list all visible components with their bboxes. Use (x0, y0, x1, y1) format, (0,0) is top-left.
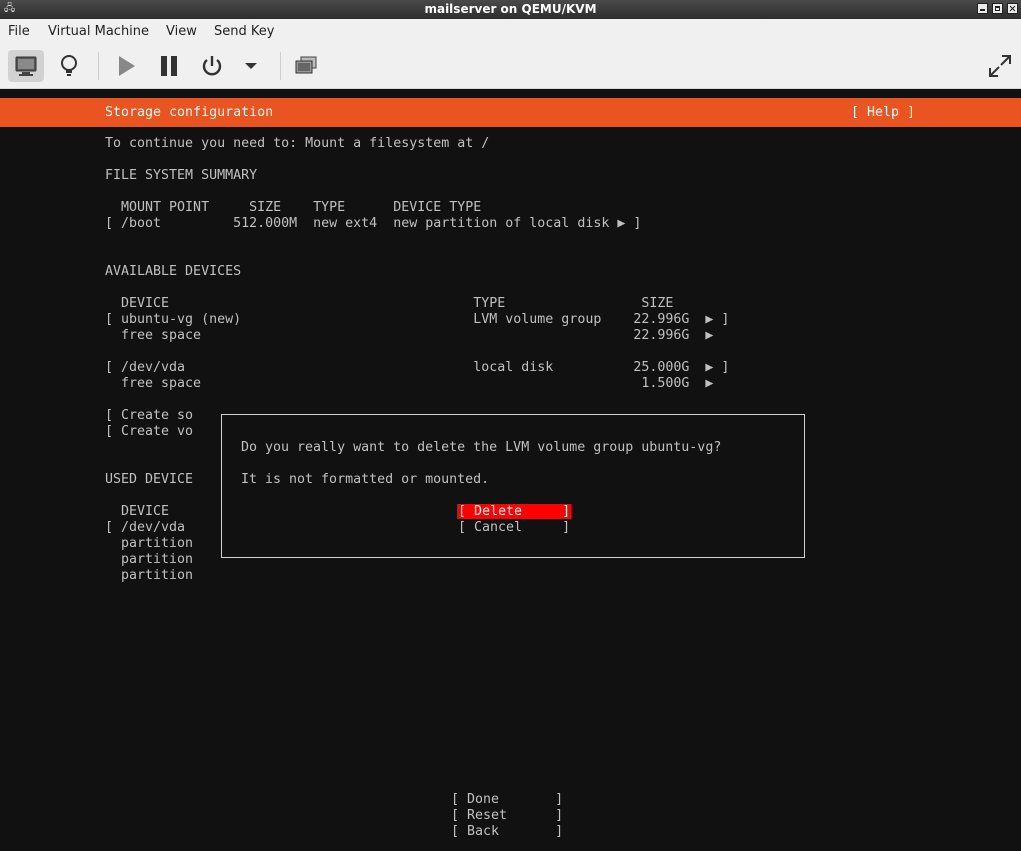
screenshots-icon (295, 56, 317, 74)
used-partition-row[interactable]: partition (105, 552, 193, 567)
used-devices-header: DEVICE (105, 504, 170, 519)
console-button[interactable] (8, 50, 44, 82)
pause-icon (161, 56, 177, 76)
vm-console-screen[interactable]: Storage configuration [ Help ] To contin… (0, 89, 1021, 851)
play-icon (119, 56, 135, 76)
run-button[interactable] (108, 50, 144, 82)
available-devices-header: DEVICE TYPE SIZE (105, 296, 674, 311)
used-device-row[interactable]: [ /dev/vda (105, 520, 185, 535)
shutdown-button[interactable] (194, 50, 230, 82)
delete-confirm-dialog: Do you really want to delete the LVM vol… (221, 414, 805, 558)
reset-button[interactable]: [ Reset ] (451, 808, 563, 823)
fs-summary-row[interactable]: [ /boot 512.000M new ext4 new partition … (105, 216, 641, 231)
dialog-message: Do you really want to delete the LVM vol… (241, 440, 722, 455)
used-partition-row[interactable]: partition (105, 568, 193, 583)
window-title: mailserver on QEMU/KVM (424, 2, 597, 16)
used-devices-title: USED DEVICE (105, 472, 194, 487)
create-volume-group-button[interactable]: [ Create vo (105, 424, 193, 439)
pause-button[interactable] (151, 50, 187, 82)
details-button[interactable] (51, 50, 87, 82)
used-partition-row[interactable]: partition (105, 536, 193, 551)
toolbar-separator (280, 52, 281, 80)
menu-file[interactable]: File (8, 24, 30, 39)
cancel-button[interactable]: [ Cancel ] (458, 520, 570, 535)
toolbar-separator (98, 52, 99, 80)
maximize-button[interactable] (992, 3, 1003, 14)
console-icon (15, 56, 37, 76)
back-button[interactable]: [ Back ] (451, 824, 563, 839)
fs-summary-header: MOUNT POINT SIZE TYPE DEVICE TYPE (105, 200, 482, 215)
installer-header-title: Storage configuration (105, 105, 274, 120)
toolbar (0, 44, 1021, 89)
fullscreen-icon (989, 55, 1011, 77)
menu-send-key[interactable]: Send Key (214, 24, 274, 39)
device-row-free-space[interactable]: free space 22.996G ▶ (105, 328, 713, 343)
snapshots-button[interactable] (288, 50, 324, 82)
shutdown-menu-button[interactable] (233, 50, 269, 82)
menu-bar: File Virtual Machine View Send Key (0, 19, 1021, 44)
done-button[interactable]: [ Done ] (451, 792, 563, 807)
help-button[interactable]: [ Help ] (851, 105, 915, 120)
create-software-raid-button[interactable]: [ Create so (105, 408, 193, 423)
dialog-subtext: It is not formatted or mounted. (241, 472, 490, 487)
device-row-free-space[interactable]: free space 1.500G ▶ (105, 376, 713, 391)
close-button[interactable] (1007, 3, 1018, 14)
power-icon (202, 56, 222, 76)
instruction-text: To continue you need to: Mount a filesys… (105, 136, 490, 151)
device-row-ubuntu-vg[interactable]: [ ubuntu-vg (new) LVM volume group 22.99… (105, 312, 729, 327)
menu-virtual-machine[interactable]: Virtual Machine (48, 24, 149, 39)
fs-summary-title: FILE SYSTEM SUMMARY (105, 168, 258, 183)
delete-button[interactable]: [ Delete ] (457, 504, 572, 519)
dropdown-arrow-icon (245, 63, 257, 69)
available-devices-title: AVAILABLE DEVICES (105, 264, 242, 279)
lightbulb-icon (61, 55, 77, 76)
fullscreen-button[interactable] (982, 50, 1018, 82)
device-row-vda[interactable]: [ /dev/vda local disk 25.000G ▶ ] (105, 360, 729, 375)
minimize-button[interactable] (977, 3, 988, 14)
menu-view[interactable]: View (166, 24, 197, 39)
window-titlebar: 🖧 mailserver on QEMU/KVM (0, 0, 1021, 19)
